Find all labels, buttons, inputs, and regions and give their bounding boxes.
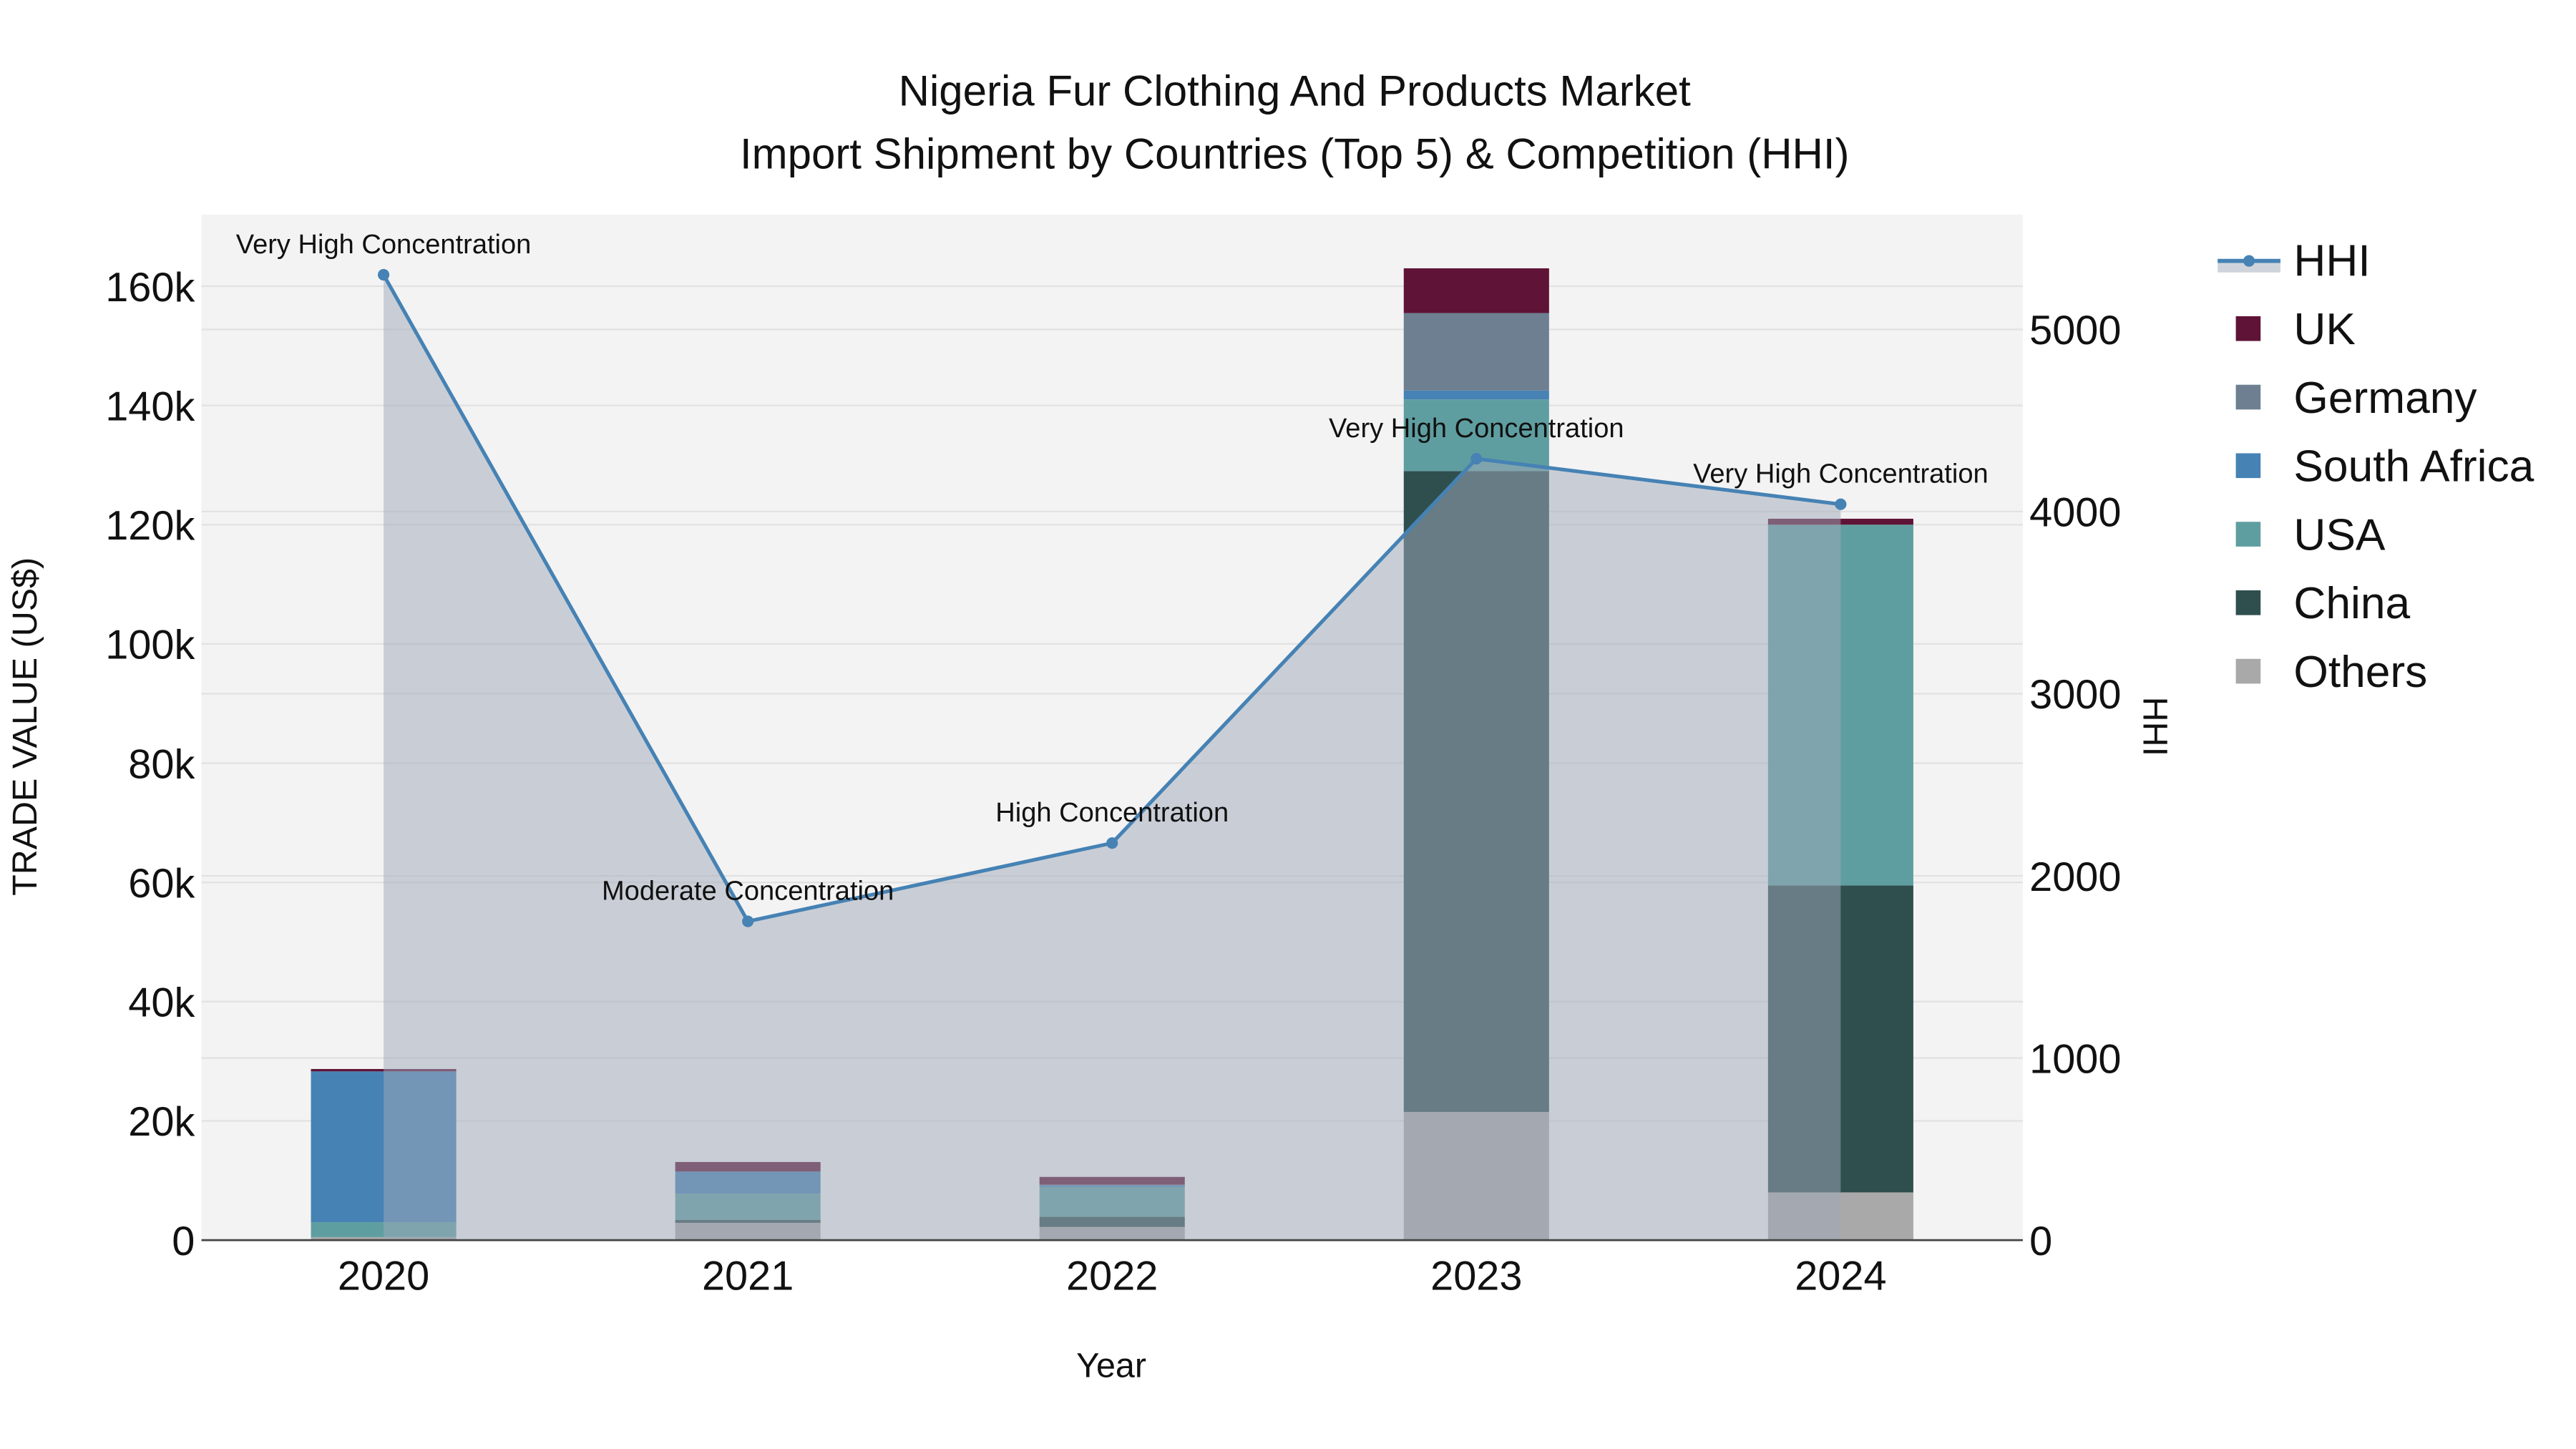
y2-axis-title: HHI (2135, 697, 2174, 756)
hhi-annotation-2021: Moderate Concentration (602, 877, 894, 907)
x-axis-title: Year (1076, 1347, 1146, 1385)
y-tick-label: 40k (128, 980, 195, 1026)
legend-label: Others (2293, 648, 2427, 697)
y2-tick-label: 3000 (2029, 672, 2121, 718)
legend-label: Germany (2293, 374, 2477, 423)
y-tick-label: 0 (172, 1219, 195, 1264)
legend-label: China (2293, 579, 2410, 628)
chart-title: Nigeria Fur Clothing And Products Market (899, 67, 1691, 115)
legend-label: UK (2293, 305, 2356, 354)
hhi-point-2021[interactable] (742, 915, 754, 927)
y-tick-label: 60k (128, 861, 195, 907)
bar-south-africa-2023[interactable] (1403, 390, 1549, 400)
y2-tick-label: 5000 (2029, 308, 2121, 353)
legend-label: South Africa (2293, 442, 2534, 492)
hhi-annotation-2022: High Concentration (995, 798, 1229, 828)
y2-tick-label: 4000 (2029, 490, 2121, 536)
y-tick-label: 20k (128, 1099, 195, 1145)
legend-swatch (2235, 384, 2261, 410)
x-tick-label: 2022 (1066, 1253, 1158, 1299)
hhi-legend-marker (2243, 255, 2255, 267)
hhi-annotation-2020: Very High Concentration (236, 230, 532, 260)
y-tick-label: 80k (128, 741, 195, 787)
legend-swatch (2235, 316, 2261, 341)
y-tick-label: 140k (105, 384, 195, 429)
hhi-point-2024[interactable] (1835, 498, 1847, 510)
hhi-point-2022[interactable] (1106, 837, 1118, 849)
y2-tick-label: 0 (2029, 1219, 2052, 1264)
y2-tick-label: 1000 (2029, 1036, 2121, 1082)
bar-uk-2023[interactable] (1403, 268, 1549, 313)
legend-swatch (2235, 522, 2261, 547)
hhi-annotation-2024: Very High Concentration (1693, 459, 1989, 489)
hhi-annotation-2023: Very High Concentration (1329, 414, 1624, 444)
x-tick-label: 2024 (1795, 1253, 1886, 1299)
y-tick-label: 100k (105, 623, 195, 668)
hhi-import-chart: Very High Concentration Moderate Concentr… (0, 0, 2576, 1449)
chart-subtitle: Import Shipment by Countries (Top 5) & C… (740, 130, 1850, 177)
y-axis-title: TRADE VALUE (US$) (6, 557, 44, 896)
hhi-point-2020[interactable] (378, 268, 390, 281)
y2-tick-label: 2000 (2029, 854, 2121, 900)
legend-label: USA (2293, 510, 2386, 560)
y-tick-label: 160k (105, 265, 195, 311)
legend-label: HHI (2293, 236, 2370, 286)
y-tick-label: 120k (105, 503, 195, 549)
hhi-point-2023[interactable] (1470, 453, 1483, 465)
bar-germany-2023[interactable] (1403, 313, 1549, 391)
x-tick-label: 2020 (338, 1253, 429, 1299)
legend-swatch (2235, 658, 2261, 684)
x-tick-label: 2021 (702, 1253, 794, 1299)
legend-swatch (2235, 453, 2261, 479)
x-tick-label: 2023 (1430, 1253, 1522, 1299)
legend-swatch (2235, 590, 2261, 615)
